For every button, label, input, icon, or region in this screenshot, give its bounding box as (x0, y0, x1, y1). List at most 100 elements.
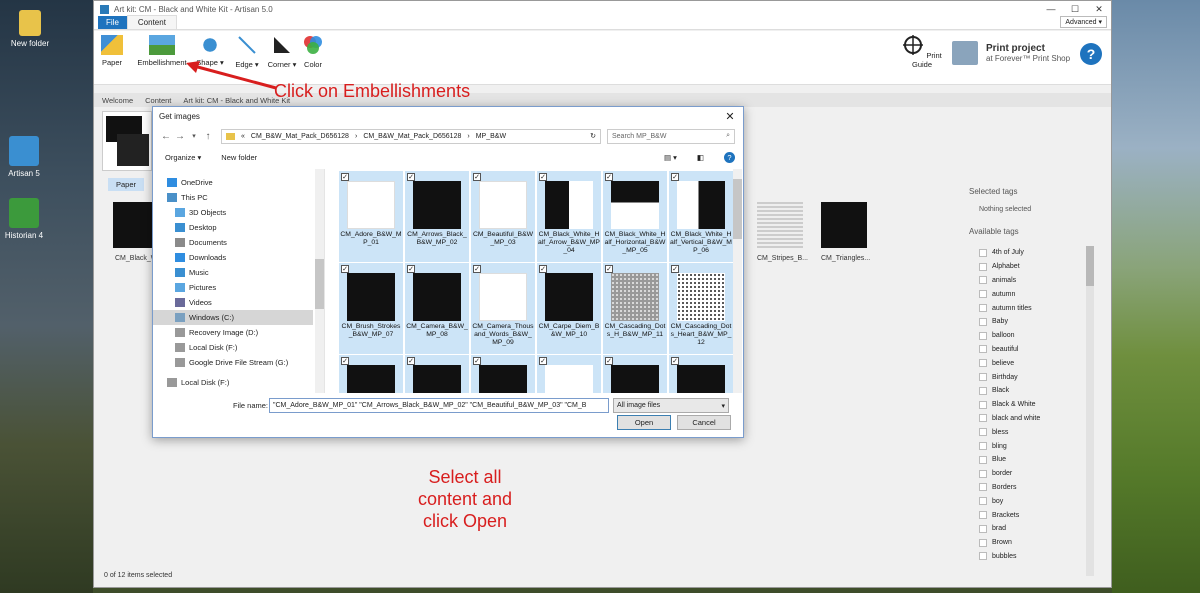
new-folder-button[interactable]: New folder (221, 153, 257, 162)
file-item[interactable]: ✓ (405, 355, 469, 393)
tag-checkbox[interactable] (979, 262, 987, 271)
open-button[interactable]: Open (617, 415, 671, 430)
paper-button[interactable]: Paper (100, 35, 124, 67)
file-item[interactable]: ✓ (339, 355, 403, 393)
cancel-button[interactable]: Cancel (677, 415, 731, 430)
tab-welcome[interactable]: Welcome (102, 96, 133, 105)
tag-item[interactable]: balloon (969, 329, 1099, 343)
tag-checkbox[interactable] (979, 538, 987, 547)
file-menu[interactable]: File (98, 16, 127, 29)
file-checkbox[interactable]: ✓ (605, 173, 613, 181)
nav-item[interactable]: Desktop (153, 220, 313, 235)
file-type-select[interactable]: All image files ▾ (613, 397, 729, 413)
tag-item[interactable]: autumn titles (969, 301, 1099, 315)
tag-checkbox[interactable] (979, 386, 987, 395)
tag-item[interactable]: bling (969, 439, 1099, 453)
file-item[interactable]: ✓ (603, 355, 667, 393)
tags-scrollbar[interactable] (1086, 246, 1094, 576)
breadcrumb-item[interactable]: CM_B&W_Mat_Pack_D656128 (363, 133, 461, 140)
file-checkbox[interactable]: ✓ (539, 357, 547, 365)
maximize-icon[interactable]: ☐ (1063, 4, 1087, 15)
view-options-icon[interactable]: ▤ ▾ (664, 153, 677, 162)
breadcrumb-item[interactable]: MP_B&W (476, 133, 506, 140)
tag-item[interactable]: Black & White (969, 398, 1099, 412)
desktop-icon-historian[interactable]: Historian 4 (0, 198, 54, 240)
desktop-icon-new-folder[interactable]: New folder (0, 10, 60, 48)
organize-button[interactable]: Organize ▾ (165, 153, 201, 162)
tag-checkbox[interactable] (979, 552, 987, 561)
tag-item[interactable]: Brackets (969, 508, 1099, 522)
help-icon[interactable]: ? (1080, 43, 1102, 65)
nav-item[interactable]: Videos (153, 295, 313, 310)
file-item[interactable]: ✓ CM_Black_White_Half_Horizontal_B&W_MP_0… (603, 171, 667, 262)
file-item[interactable]: ✓ (471, 355, 535, 393)
file-checkbox[interactable]: ✓ (671, 173, 679, 181)
path-box[interactable]: « CM_B&W_Mat_Pack_D656128 › CM_B&W_Mat_P… (221, 128, 601, 144)
file-item[interactable]: ✓ CM_Black_White_Half_Vertical_B&W_MP_06 (669, 171, 733, 262)
content-thumbnail[interactable] (821, 202, 867, 248)
file-checkbox[interactable]: ✓ (473, 357, 481, 365)
file-item[interactable]: ✓ CM_Beautiful_B&W_MP_03 (471, 171, 535, 262)
file-item[interactable]: ✓ (669, 355, 733, 393)
nav-item[interactable]: 3D Objects (153, 205, 313, 220)
color-button[interactable]: Color (300, 35, 326, 69)
tag-checkbox[interactable] (979, 511, 987, 520)
nav-item[interactable]: This PC (153, 190, 313, 205)
tag-item[interactable]: Birthday (969, 370, 1099, 384)
advanced-dropdown[interactable]: Advanced ▾ (1060, 16, 1107, 28)
file-grid-scrollbar[interactable] (733, 169, 742, 393)
file-checkbox[interactable]: ✓ (407, 265, 415, 273)
file-checkbox[interactable]: ✓ (539, 265, 547, 273)
scrollbar-thumb[interactable] (1086, 246, 1094, 286)
tag-item[interactable]: Blue (969, 453, 1099, 467)
breadcrumb-item[interactable]: CM_B&W_Mat_Pack_D656128 (251, 133, 349, 140)
forward-arrow-icon[interactable]: → (173, 131, 187, 142)
tag-item[interactable]: bless (969, 425, 1099, 439)
tag-checkbox[interactable] (979, 276, 987, 285)
tag-checkbox[interactable] (979, 345, 987, 354)
tag-item[interactable]: brad (969, 522, 1099, 536)
scrollbar-thumb[interactable] (315, 259, 324, 309)
tag-checkbox[interactable] (979, 469, 987, 478)
tag-item[interactable]: believe (969, 356, 1099, 370)
tag-item[interactable]: autumn (969, 287, 1099, 301)
tab-content[interactable]: Content (145, 96, 171, 105)
tag-checkbox[interactable] (979, 428, 987, 437)
file-item[interactable]: ✓ CM_Cascading_Dots_H_B&W_MP_11 (603, 263, 667, 354)
tag-checkbox[interactable] (979, 497, 987, 506)
tag-item[interactable]: Brown (969, 536, 1099, 550)
file-item[interactable]: ✓ CM_Arrows_Black_B&W_MP_02 (405, 171, 469, 262)
file-checkbox[interactable]: ✓ (341, 265, 349, 273)
paper-filter-tab[interactable]: Paper (108, 178, 145, 191)
nav-item[interactable]: Local Disk (F:) (153, 340, 313, 355)
nav-item[interactable]: Pictures (153, 280, 313, 295)
art-kit-thumbnail[interactable] (102, 111, 152, 171)
file-checkbox[interactable]: ✓ (605, 265, 613, 273)
tag-item[interactable]: beautiful (969, 343, 1099, 357)
file-item[interactable]: ✓ CM_Camera_Thousand_Words_B&W_MP_09 (471, 263, 535, 354)
file-checkbox[interactable]: ✓ (473, 265, 481, 273)
close-icon[interactable]: ✕ (1087, 4, 1111, 15)
file-checkbox[interactable]: ✓ (341, 173, 349, 181)
tag-checkbox[interactable] (979, 248, 987, 257)
nav-item[interactable]: Local Disk (F:) (153, 375, 313, 390)
refresh-icon[interactable]: ↻ (590, 132, 596, 140)
tag-checkbox[interactable] (979, 483, 987, 492)
dialog-close-icon[interactable]: ✕ (717, 110, 743, 123)
tag-item[interactable]: Baby (969, 315, 1099, 329)
nav-item[interactable]: Windows (C:) (153, 310, 313, 325)
tag-item[interactable]: animals (969, 274, 1099, 288)
content-thumbnail[interactable] (757, 202, 803, 248)
file-checkbox[interactable]: ✓ (605, 357, 613, 365)
tag-item[interactable]: border (969, 467, 1099, 481)
tag-item[interactable]: bubbles (969, 550, 1099, 564)
file-item[interactable]: ✓ CM_Adore_B&W_MP_01 (339, 171, 403, 262)
file-checkbox[interactable]: ✓ (407, 357, 415, 365)
tag-checkbox[interactable] (979, 400, 987, 409)
file-checkbox[interactable]: ✓ (407, 173, 415, 181)
back-arrow-icon[interactable]: ← (159, 131, 173, 142)
minimize-icon[interactable]: — (1039, 4, 1063, 15)
file-checkbox[interactable]: ✓ (671, 357, 679, 365)
nav-item[interactable]: Google Drive File Stream (G:) (153, 355, 313, 370)
nav-item[interactable]: Music (153, 265, 313, 280)
